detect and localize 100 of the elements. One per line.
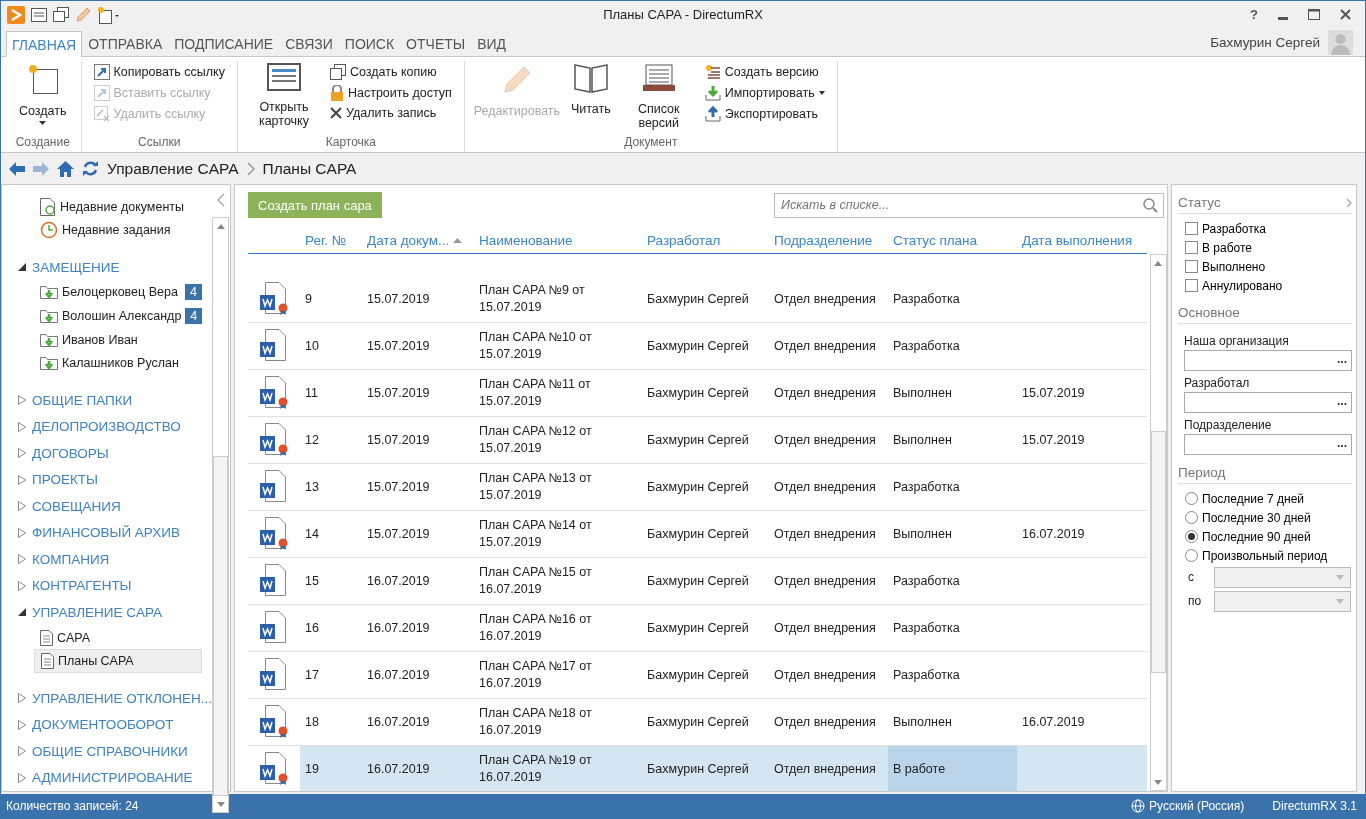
table-row[interactable]: 12 15.07.2019 План CAPA №12 от 15.07.2019 Бахмурин Сергей Отдел внедрения Выполнен 15.07.2019 <box>248 417 1147 464</box>
maximize-icon[interactable] <box>1308 9 1320 20</box>
ribbon-button[interactable]: Открыть карточку <box>247 61 320 133</box>
home-icon[interactable] <box>57 160 74 177</box>
browse-button[interactable]: ... <box>1337 351 1347 370</box>
table-row[interactable]: 9 15.07.2019 План CAPA №9 от 15.07.2019 Бахмурин Сергей Отдел внедрения Разработка <box>248 276 1147 323</box>
close-icon[interactable] <box>1340 9 1351 20</box>
back-arrow-icon[interactable] <box>9 161 25 176</box>
column-header[interactable]: Разработал <box>642 232 769 248</box>
status-checkbox[interactable]: Выполнено <box>1178 257 1272 276</box>
period-radio[interactable]: Произвольный период <box>1178 546 1334 565</box>
table-row[interactable]: 14 15.07.2019 План CAPA №14 от 15.07.2019 Бахмурин Сергей Отдел внедрения Выполнен 16.07.2019 <box>248 511 1147 558</box>
status-checkbox[interactable]: В работе <box>1178 238 1258 257</box>
ribbon-button[interactable]: Создать версию <box>702 63 827 81</box>
nav-item[interactable]: Калашников Руслан <box>34 351 202 375</box>
ribbon-tab[interactable]: ПОИСК <box>338 30 401 56</box>
ribbon-button[interactable]: Импортировать <box>702 84 827 102</box>
forward-arrow-icon[interactable] <box>33 161 49 176</box>
table-row[interactable]: 17 16.07.2019 План CAPA №17 от 16.07.2019 Бахмурин Сергей Отдел внедрения Разработка <box>248 652 1147 699</box>
ribbon-button[interactable]: Удалить запись <box>327 105 454 121</box>
table-cell-text: Разработка <box>892 338 961 355</box>
ribbon-tab[interactable]: СВЯЗИ <box>279 30 339 56</box>
table-row[interactable]: 13 15.07.2019 План CAPA №13 от 15.07.2019 Бахмурин Сергей Отдел внедрения Разработка <box>248 464 1147 511</box>
nav-item[interactable]: Иванов Иван <box>34 327 202 352</box>
document-icon <box>40 629 53 646</box>
browse-button[interactable]: ... <box>1337 435 1347 454</box>
status-checkbox[interactable]: Аннулировано <box>1178 276 1289 295</box>
nav-section[interactable]: ОБЩИЕ ПАПКИ <box>16 386 213 414</box>
search-field[interactable]: Искать в списке... <box>774 192 1164 218</box>
nav-section[interactable]: ПРОЕКТЫ <box>16 466 213 493</box>
nav-item[interactable]: Волошин Александр 4 <box>34 304 202 328</box>
nav-section[interactable]: ДОКУМЕНТООБОРОТ <box>16 711 213 738</box>
lookup-field[interactable]: ... <box>1184 392 1352 413</box>
nav-item[interactable]: Недавние задания <box>62 223 171 238</box>
table-row[interactable]: 11 15.07.2019 План CAPA №11 от 15.07.2019 Бахмурин Сергей Отдел внедрения Выполнен 15.07.2019 <box>248 370 1147 417</box>
lookup-field[interactable]: ... <box>1184 350 1352 371</box>
nav-section[interactable]: УПРАВЛЕНИЕ ОТКЛОНЕН... <box>16 684 213 712</box>
table-row[interactable]: 15 16.07.2019 План CAPA №15 от 16.07.2019 Бахмурин Сергей Отдел внедрения Разработка <box>248 558 1147 605</box>
column-header[interactable]: Дата докум... <box>362 232 474 248</box>
ribbon-button[interactable]: Экспортировать <box>702 105 827 123</box>
field-label: Наша организация <box>1183 333 1290 350</box>
lookup-field[interactable]: ... <box>1184 434 1352 455</box>
scrollbar[interactable] <box>1149 254 1167 791</box>
ribbon-button[interactable]: Копировать ссылку <box>91 63 227 81</box>
collapse-icon[interactable] <box>216 193 225 207</box>
ribbon-button[interactable]: Читать <box>566 61 615 133</box>
collapsed-triangle-icon <box>18 580 26 591</box>
collapse-panel-icon[interactable] <box>1346 197 1352 208</box>
column-header[interactable]: Подразделение <box>769 232 888 248</box>
column-header[interactable]: Рег. № <box>300 232 362 248</box>
ribbon-tab[interactable]: ПОДПИСАНИЕ <box>168 30 280 56</box>
nav-section[interactable]: ОБЩИЕ СПРАВОЧНИКИ <box>16 737 213 765</box>
ribbon-tab[interactable]: ГЛАВНАЯ <box>6 31 83 57</box>
collapsed-triangle-icon <box>18 448 26 459</box>
nav-section[interactable]: КОНТРАГЕНТЫ <box>16 572 213 600</box>
search-icon[interactable] <box>1143 197 1158 213</box>
language-indicator[interactable]: Русский (Россия) <box>1149 799 1245 813</box>
ribbon-button[interactable]: Создать копию <box>327 63 454 81</box>
column-header[interactable]: Наименование <box>474 232 642 248</box>
ribbon-tab[interactable]: ОТПРАВКА <box>82 30 169 56</box>
table-cell-text: 15.07.2019 <box>366 432 431 449</box>
column-header[interactable]: Статус плана <box>888 232 1017 248</box>
nav-item[interactable]: Недавние документы <box>60 199 185 214</box>
ribbon-button[interactable]: Список версий <box>622 61 695 133</box>
nav-section[interactable]: ФИНАНСОВЫЙ АРХИВ <box>16 519 213 547</box>
copy-icon[interactable] <box>53 7 69 22</box>
nav-item[interactable]: Белоцерковец Вера 4 <box>34 280 202 305</box>
status-checkbox[interactable]: Разработка <box>1178 219 1272 238</box>
table-cell-text: 15.07.2019 <box>366 479 431 496</box>
ribbon-button[interactable]: Настроить доступ <box>327 84 454 102</box>
scrollbar[interactable] <box>212 217 230 813</box>
help-button[interactable]: ? <box>1250 7 1258 22</box>
nav-section[interactable]: СОВЕЩАНИЯ <box>16 493 213 520</box>
ribbon-tab[interactable]: ВИД <box>471 30 513 56</box>
nav-section[interactable]: УПРАВЛЕНИЕ CAPA <box>16 599 213 626</box>
breadcrumb-link[interactable]: Управление CAPA <box>107 159 239 178</box>
table-row[interactable]: 10 15.07.2019 План CAPA №10 от 15.07.2019 Бахмурин Сергей Отдел внедрения Разработка <box>248 323 1147 370</box>
window-list-icon[interactable] <box>31 7 47 22</box>
nav-section[interactable]: ДЕЛОПРОИЗВОДСТВО <box>16 413 213 440</box>
new-document-icon[interactable] <box>97 5 121 24</box>
pencil-icon[interactable] <box>75 6 91 23</box>
nav-section[interactable]: АДМИНИСТРИРОВАНИЕ <box>16 764 213 791</box>
browse-button[interactable]: ... <box>1337 393 1347 412</box>
ribbon-button[interactable]: Создать <box>15 61 71 133</box>
nav-section[interactable]: КОМПАНИЯ <box>16 546 213 573</box>
nav-section[interactable]: ЗАМЕЩЕНИЕ <box>16 254 213 281</box>
breadcrumb-link[interactable]: Планы CAPA <box>262 159 357 178</box>
nav-item[interactable]: Планы CAPA <box>34 649 202 673</box>
nav-section[interactable]: ДОГОВОРЫ <box>16 439 213 467</box>
nav-item[interactable]: CAPA <box>34 625 202 650</box>
table-row[interactable]: 16 16.07.2019 План CAPA №16 от 16.07.2019 Бахмурин Сергей Отдел внедрения Разработка <box>248 605 1147 652</box>
app-logo-icon[interactable] <box>7 5 25 24</box>
ribbon-tab[interactable]: ОТЧЕТЫ <box>400 30 472 56</box>
period-radio[interactable]: Последние 30 дней <box>1178 508 1317 527</box>
period-radio[interactable]: Последние 90 дней <box>1178 527 1317 546</box>
user-name[interactable]: Бахмурин Сергей <box>1210 34 1320 50</box>
column-header[interactable]: Дата выполнения <box>1017 232 1143 248</box>
period-radio[interactable]: Последние 7 дней <box>1178 489 1311 508</box>
globe-icon[interactable] <box>1131 799 1146 813</box>
refresh-icon[interactable] <box>82 160 99 177</box>
